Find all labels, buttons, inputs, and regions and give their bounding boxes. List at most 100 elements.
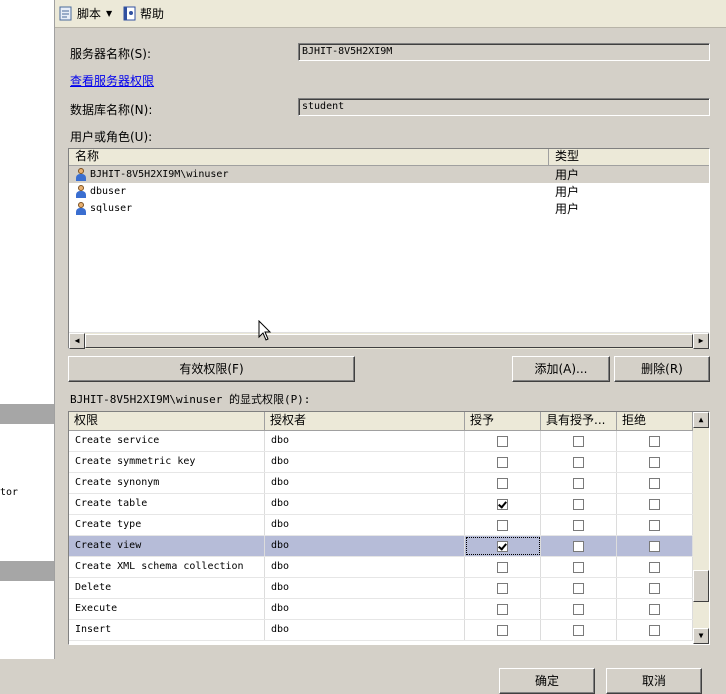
list-item[interactable]: sqluser 用户	[69, 200, 709, 217]
with-grant-checkbox[interactable]	[573, 456, 584, 468]
grantor: dbo	[265, 557, 465, 577]
deny-checkbox[interactable]	[649, 519, 660, 531]
deny-checkbox-cell	[617, 620, 693, 640]
list-item[interactable]: BJHIT-8V5H2XI9M\winuser 用户	[69, 166, 709, 183]
view-server-permissions-link[interactable]: 查看服务器权限	[70, 72, 154, 89]
table-row[interactable]: Create XML schema collection dbo	[69, 557, 693, 578]
grant-checkbox[interactable]	[497, 456, 508, 468]
deny-checkbox[interactable]	[649, 624, 660, 636]
vertical-scrollbar[interactable]: ▲ ▼	[693, 412, 709, 644]
add-button[interactable]: 添加(A)...	[512, 356, 610, 382]
user-name: dbuser	[90, 186, 127, 197]
grant-checkbox[interactable]	[497, 561, 508, 573]
table-row[interactable]: Create table dbo	[69, 494, 693, 515]
with-grant-checkbox[interactable]	[573, 540, 584, 552]
table-row[interactable]: Create service dbo	[69, 431, 693, 452]
grantor: dbo	[265, 452, 465, 472]
with-grant-checkbox-cell	[541, 536, 617, 556]
with-grant-checkbox[interactable]	[573, 561, 584, 573]
script-label: 脚本	[77, 7, 102, 21]
permission-name: Create synonym	[69, 473, 265, 493]
with-grant-checkbox[interactable]	[573, 603, 584, 615]
scroll-right-icon[interactable]: ▶	[693, 333, 709, 349]
with-grant-checkbox[interactable]	[573, 624, 584, 636]
column-header-type[interactable]: 类型	[549, 149, 709, 165]
table-row[interactable]: Delete dbo	[69, 578, 693, 599]
deny-checkbox[interactable]	[649, 540, 660, 552]
users-roles-list[interactable]: 名称 类型 BJHIT-8V5H2XI9M\winuser 用户 dbuser …	[68, 148, 710, 349]
ok-button[interactable]: 确定	[499, 668, 595, 694]
permissions-grid[interactable]: 权限 授权者 授予 具有授予... 拒绝 Create service dbo Cr…	[68, 411, 710, 645]
with-grant-checkbox[interactable]	[573, 498, 584, 510]
grant-checkbox-cell	[465, 599, 541, 619]
permission-name: Delete	[69, 578, 265, 598]
permission-name: Create service	[69, 431, 265, 451]
permission-name: Insert	[69, 620, 265, 640]
with-grant-checkbox[interactable]	[573, 477, 584, 489]
scroll-down-icon[interactable]: ▼	[693, 628, 709, 644]
column-header-permission[interactable]: 权限	[69, 412, 265, 430]
with-grant-checkbox[interactable]	[573, 582, 584, 594]
grant-checkbox-cell	[465, 515, 541, 535]
table-row[interactable]: Create synonym dbo	[69, 473, 693, 494]
column-header-with-grant[interactable]: 具有授予...	[541, 412, 617, 430]
help-button[interactable]: 帮助	[122, 5, 164, 22]
column-header-name[interactable]: 名称	[69, 149, 549, 165]
script-button[interactable]: 脚本 ▼	[59, 5, 112, 22]
scroll-left-icon[interactable]: ◀	[69, 333, 85, 349]
grant-checkbox-cell	[465, 578, 541, 598]
deny-checkbox[interactable]	[649, 603, 660, 615]
grantor: dbo	[265, 473, 465, 493]
list-item[interactable]: dbuser 用户	[69, 183, 709, 200]
table-row[interactable]: Execute dbo	[69, 599, 693, 620]
deny-checkbox[interactable]	[649, 498, 660, 510]
column-header-deny[interactable]: 拒绝	[617, 412, 693, 430]
deny-checkbox-cell	[617, 557, 693, 577]
grant-checkbox-cell	[465, 452, 541, 472]
remove-button[interactable]: 删除(R)	[614, 356, 710, 382]
column-header-grantor[interactable]: 授权者	[265, 412, 465, 430]
with-grant-checkbox[interactable]	[573, 435, 584, 447]
cancel-button[interactable]: 取消	[606, 668, 702, 694]
deny-checkbox[interactable]	[649, 582, 660, 594]
grant-checkbox[interactable]	[497, 540, 508, 552]
grant-checkbox[interactable]	[497, 435, 508, 447]
deny-checkbox[interactable]	[649, 435, 660, 447]
scroll-up-icon[interactable]: ▲	[693, 412, 709, 428]
grantor: dbo	[265, 494, 465, 514]
left-navigation-pane: tor	[0, 0, 55, 659]
grantor: dbo	[265, 431, 465, 451]
grant-checkbox[interactable]	[497, 582, 508, 594]
deny-checkbox-cell	[617, 599, 693, 619]
scrollbar-thumb[interactable]	[85, 334, 693, 348]
deny-checkbox-cell	[617, 473, 693, 493]
mouse-cursor-icon	[258, 320, 272, 341]
column-header-grant[interactable]: 授予	[465, 412, 541, 430]
script-icon	[59, 6, 72, 21]
grant-checkbox[interactable]	[497, 477, 508, 489]
table-row[interactable]: Create view dbo	[69, 536, 693, 557]
with-grant-checkbox-cell	[541, 599, 617, 619]
grant-checkbox[interactable]	[497, 498, 508, 510]
with-grant-checkbox-cell	[541, 452, 617, 472]
grant-checkbox[interactable]	[497, 603, 508, 615]
deny-checkbox[interactable]	[649, 456, 660, 468]
deny-checkbox[interactable]	[649, 477, 660, 489]
scrollbar-thumb[interactable]	[693, 570, 709, 602]
permission-name: Create symmetric key	[69, 452, 265, 472]
deny-checkbox[interactable]	[649, 561, 660, 573]
effective-permissions-button[interactable]: 有效权限(F)	[68, 356, 355, 382]
horizontal-scrollbar[interactable]: ◀ ▶	[69, 332, 709, 349]
grant-checkbox[interactable]	[497, 519, 508, 531]
grant-checkbox[interactable]	[497, 624, 508, 636]
left-pane-section-band	[0, 404, 54, 424]
user-name: sqluser	[90, 203, 133, 214]
table-row[interactable]: Create symmetric key dbo	[69, 452, 693, 473]
users-roles-label: 用户或角色(U):	[70, 130, 153, 144]
grant-checkbox-cell	[465, 431, 541, 451]
grantor: dbo	[265, 536, 465, 556]
table-row[interactable]: Insert dbo	[69, 620, 693, 641]
with-grant-checkbox[interactable]	[573, 519, 584, 531]
with-grant-checkbox-cell	[541, 473, 617, 493]
table-row[interactable]: Create type dbo	[69, 515, 693, 536]
